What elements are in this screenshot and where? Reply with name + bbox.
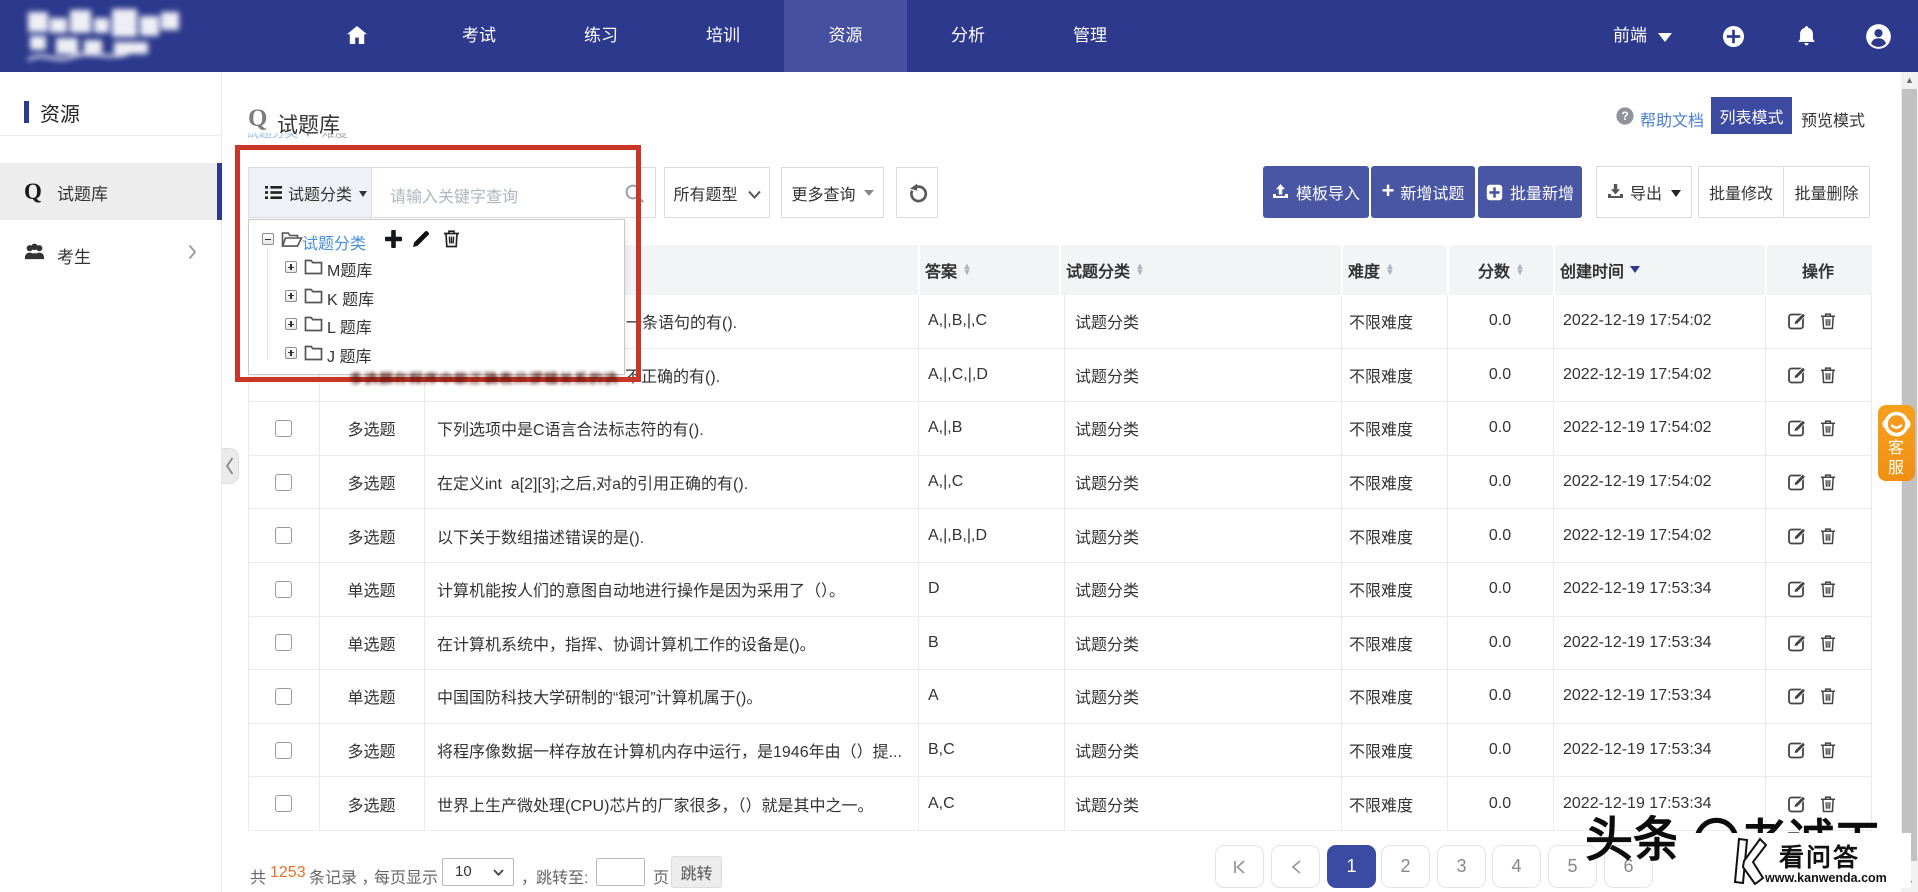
svg-text:?: ? — [1621, 109, 1628, 123]
